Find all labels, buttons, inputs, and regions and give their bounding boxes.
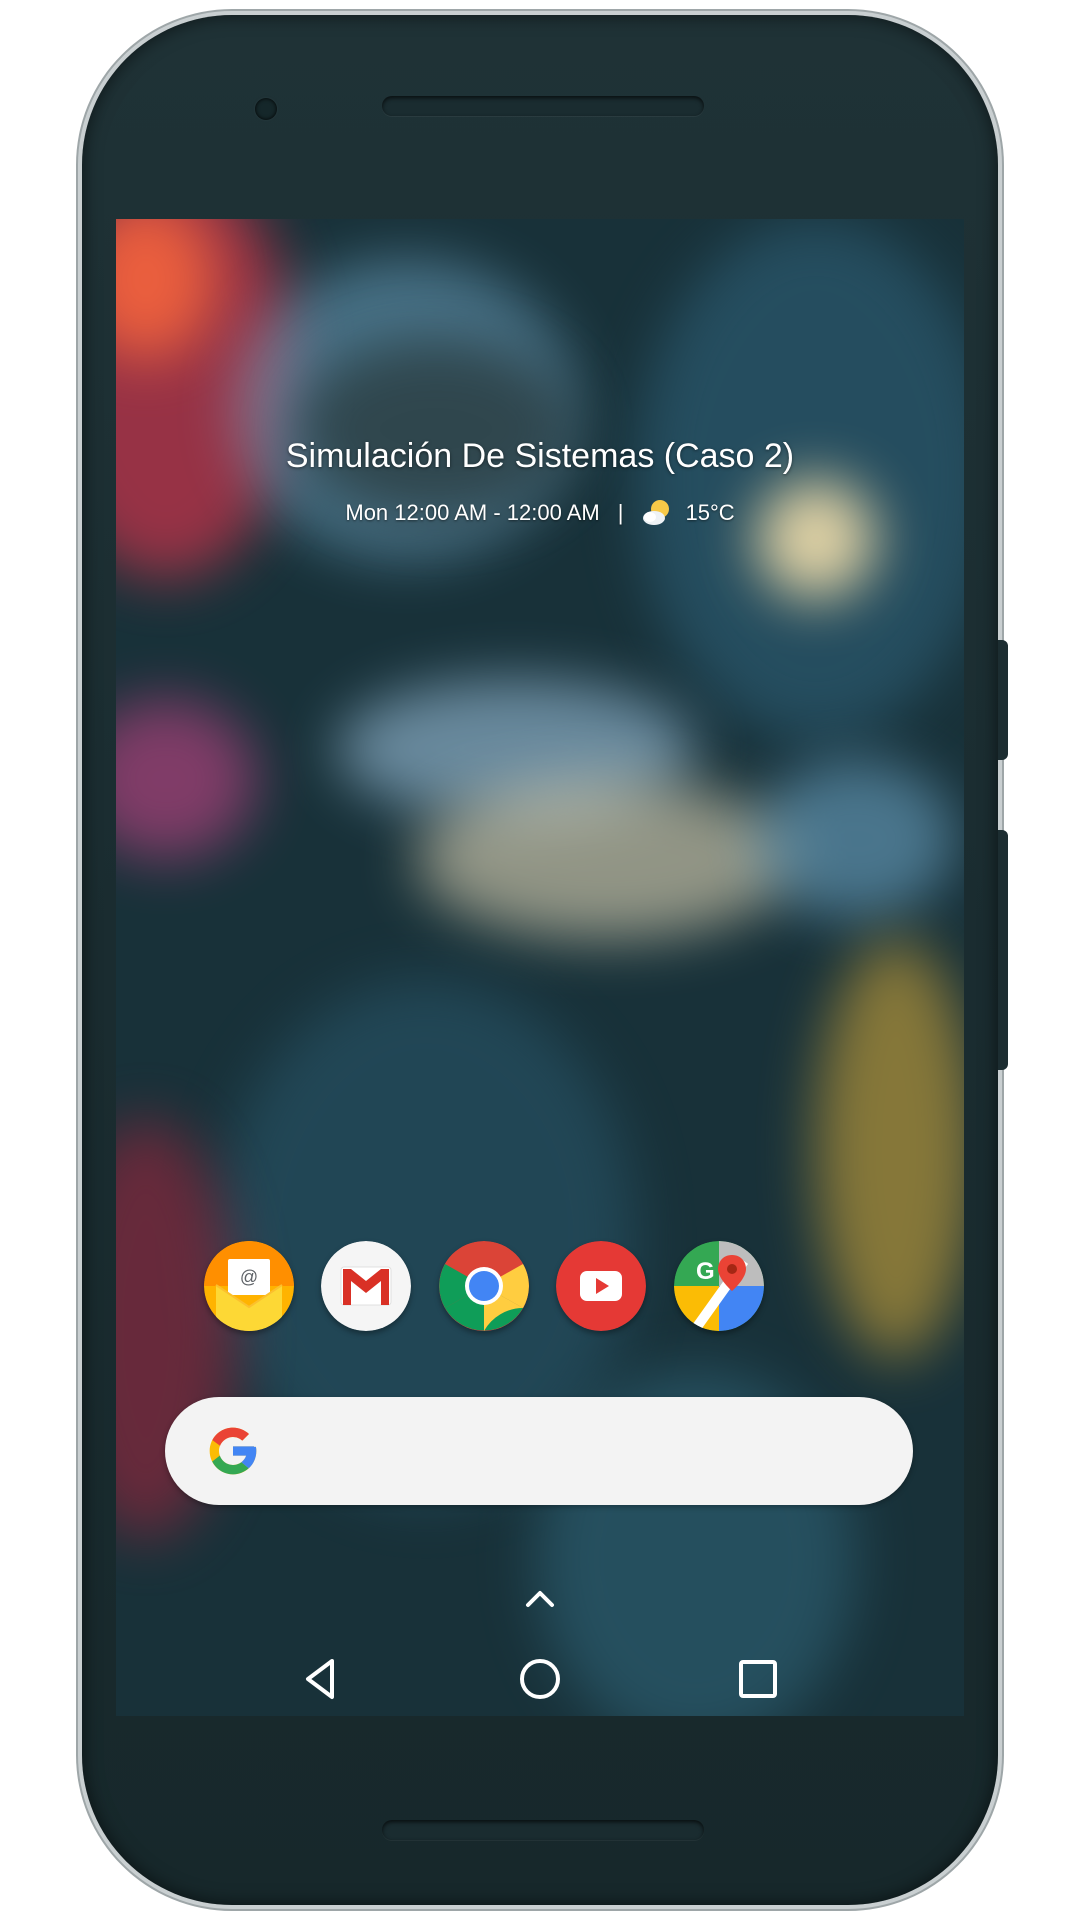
- event-time: Mon 12:00 AM - 12:00 AM: [345, 500, 600, 525]
- temperature: 15°C: [685, 500, 735, 525]
- front-camera: [255, 98, 277, 120]
- chrome-app-icon[interactable]: [439, 1241, 529, 1331]
- chevron-up-icon[interactable]: [512, 1579, 568, 1619]
- partly-cloudy-icon: [643, 500, 670, 525]
- event-details[interactable]: Mon 12:00 AM - 12:00 AM | 15°C: [116, 497, 964, 529]
- back-icon[interactable]: [292, 1649, 352, 1709]
- volume-button: [998, 830, 1008, 1070]
- event-title[interactable]: Simulación De Sistemas (Caso 2): [116, 437, 964, 476]
- youtube-app-icon[interactable]: [556, 1241, 646, 1331]
- bottom-speaker: [382, 1820, 704, 1840]
- home-screen: Simulación De Sistemas (Caso 2) Mon 12:0…: [116, 219, 964, 1716]
- recents-icon[interactable]: [728, 1649, 788, 1709]
- home-icon[interactable]: [510, 1649, 570, 1709]
- google-g-icon: [209, 1427, 257, 1475]
- gmail-app-icon[interactable]: [321, 1241, 411, 1331]
- maps-app-icon[interactable]: G: [674, 1241, 764, 1331]
- svg-text:@: @: [240, 1267, 258, 1287]
- app-dock: @ G: [116, 1241, 964, 1333]
- top-speaker: [382, 96, 704, 116]
- power-button: [998, 640, 1008, 760]
- google-search-bar[interactable]: [165, 1397, 913, 1505]
- svg-text:G: G: [696, 1258, 715, 1285]
- separator: |: [617, 500, 624, 525]
- email-app-icon[interactable]: @: [204, 1241, 294, 1331]
